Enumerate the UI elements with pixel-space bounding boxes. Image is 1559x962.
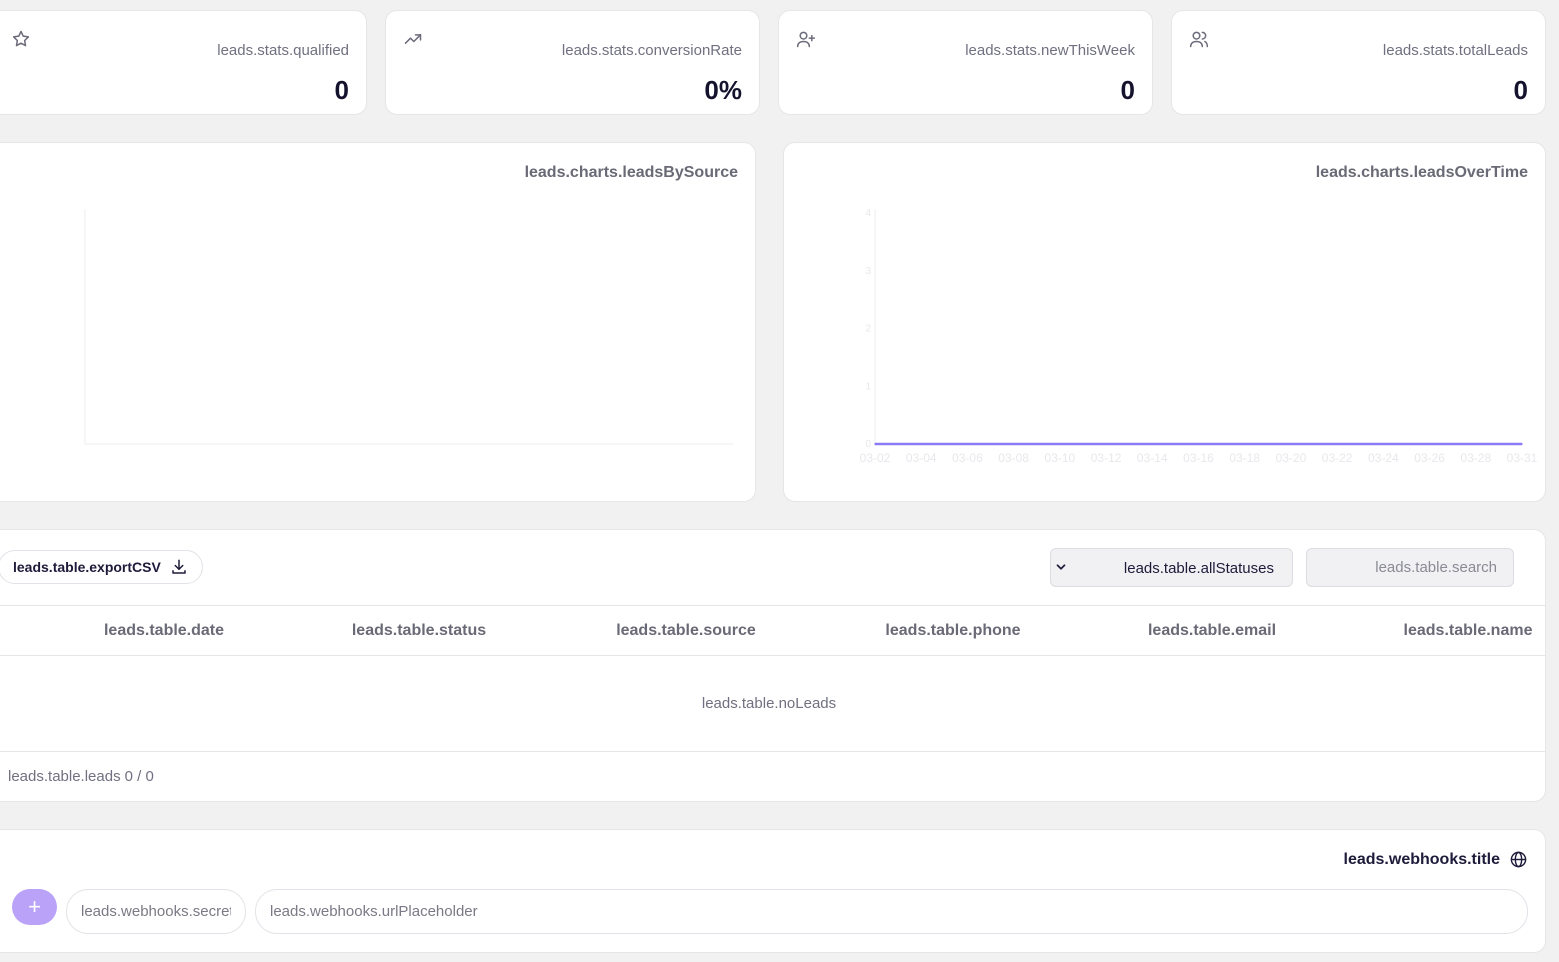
- x-tick-label: 03-18: [1229, 451, 1260, 465]
- stat-card-new-this-week: leads.stats.newThisWeek 0: [778, 10, 1153, 115]
- x-tick-label: 03-22: [1322, 451, 1353, 465]
- data-point: [1151, 443, 1154, 445]
- data-point: [1197, 443, 1200, 445]
- stat-label: leads.stats.newThisWeek: [965, 42, 1135, 59]
- y-tick-label: 4: [865, 208, 871, 219]
- column-header-date[interactable]: leads.table.date: [104, 622, 224, 640]
- table-footer-divider: [0, 751, 1545, 752]
- x-tick-label: 03-06: [952, 451, 983, 465]
- search-input[interactable]: [1306, 548, 1514, 587]
- data-point: [1012, 443, 1015, 445]
- stat-label: leads.stats.conversionRate: [561, 42, 742, 59]
- stat-value: 0%: [704, 75, 742, 105]
- globe-icon: [1510, 851, 1527, 868]
- webhooks-card: leads.webhooks.title +: [0, 829, 1546, 953]
- export-csv-button[interactable]: leads.table.exportCSV: [0, 550, 203, 584]
- stat-card-qualified: leads.stats.qualified 0: [0, 10, 367, 115]
- stat-label: leads.stats.totalLeads: [1382, 42, 1528, 59]
- stat-card-total-leads: leads.stats.totalLeads 0: [1171, 10, 1546, 115]
- users-icon: [1189, 29, 1211, 51]
- trending-up-icon: [403, 29, 425, 51]
- stat-value: 0: [1120, 75, 1135, 105]
- data-point: [966, 443, 969, 445]
- star-icon: [11, 29, 33, 51]
- chart-card-leads-over-time: leads.charts.leadsOverTime 0 1 2 3 4 03-02 03-…: [783, 142, 1546, 502]
- column-header-status[interactable]: leads.table.status: [352, 622, 486, 640]
- y-tick-label: 2: [865, 324, 871, 335]
- data-point: [1105, 443, 1107, 445]
- export-csv-label: leads.table.exportCSV: [13, 559, 161, 575]
- data-point: [1243, 443, 1246, 445]
- x-tick-label: 03-24: [1368, 451, 1399, 465]
- status-filter-value: leads.table.allStatuses: [1123, 560, 1274, 577]
- leads-count-value: 0 / 0: [124, 768, 154, 785]
- x-tick-label: 03-12: [1091, 451, 1122, 465]
- x-tick-label: 03-20: [1276, 451, 1307, 465]
- x-tick-label: 03-04: [906, 451, 937, 465]
- data-point: [1290, 443, 1292, 445]
- leads-count: leads.table.leads 0 / 0: [8, 768, 154, 785]
- stat-value: 0: [1513, 75, 1528, 105]
- webhooks-title: leads.webhooks.title: [1343, 850, 1500, 868]
- leads-count-label: leads.table.leads: [8, 768, 121, 785]
- leads-by-source-chart: [84, 209, 733, 445]
- x-tick-label: 03-14: [1137, 451, 1168, 465]
- chevron-down-icon: [1056, 564, 1066, 570]
- stat-value: 0: [334, 75, 349, 105]
- user-plus-icon: [796, 29, 818, 51]
- data-point: [874, 443, 876, 445]
- x-tick-label: 03-28: [1460, 451, 1491, 465]
- y-tick-label: 0: [865, 439, 871, 450]
- download-icon: [172, 559, 186, 574]
- stat-label: leads.stats.qualified: [217, 42, 349, 59]
- x-tick-label: 03-10: [1045, 451, 1076, 465]
- status-filter-select[interactable]: leads.table.allStatuses: [1050, 548, 1293, 587]
- data-point: [1474, 443, 1477, 445]
- data-point: [1382, 443, 1385, 445]
- webhooks-header: leads.webhooks.title: [1344, 850, 1528, 869]
- x-tick-label: 03-26: [1414, 451, 1445, 465]
- x-tick-label: 03-16: [1183, 451, 1214, 465]
- webhook-secret-input[interactable]: [66, 889, 246, 934]
- x-tick-label: 03-31: [1507, 451, 1538, 465]
- y-tick-label: 1: [865, 381, 871, 392]
- table-header-row: leads.table.date leads.table.status lead…: [0, 605, 1545, 656]
- column-header-email[interactable]: leads.table.email: [1148, 622, 1276, 640]
- chart-card-leads-by-source: leads.charts.leadsBySource: [0, 142, 756, 502]
- y-tick-label: 3: [865, 266, 871, 277]
- data-point: [1428, 443, 1431, 445]
- webhook-url-input[interactable]: [255, 889, 1528, 934]
- data-point: [920, 443, 923, 445]
- data-point: [1521, 443, 1523, 445]
- data-point: [1059, 443, 1061, 445]
- column-header-name[interactable]: leads.table.name: [1404, 622, 1533, 640]
- column-header-source[interactable]: leads.table.source: [616, 622, 756, 640]
- empty-state-text: leads.table.noLeads: [701, 695, 837, 712]
- stat-card-conversion-rate: leads.stats.conversionRate 0%: [385, 10, 760, 115]
- data-point: [1336, 443, 1338, 445]
- add-webhook-button[interactable]: +: [12, 889, 57, 925]
- leads-table-card: leads.table.exportCSV leads.table.allSta…: [0, 529, 1546, 802]
- column-header-phone[interactable]: leads.table.phone: [885, 622, 1020, 640]
- x-tick-label: 03-02: [860, 451, 891, 465]
- x-tick-label: 03-08: [998, 451, 1029, 465]
- leads-over-time-chart: 0 1 2 3 4 03-02 03-04 03-06 03-08 03-10 03-12 03-14…: [860, 208, 1538, 465]
